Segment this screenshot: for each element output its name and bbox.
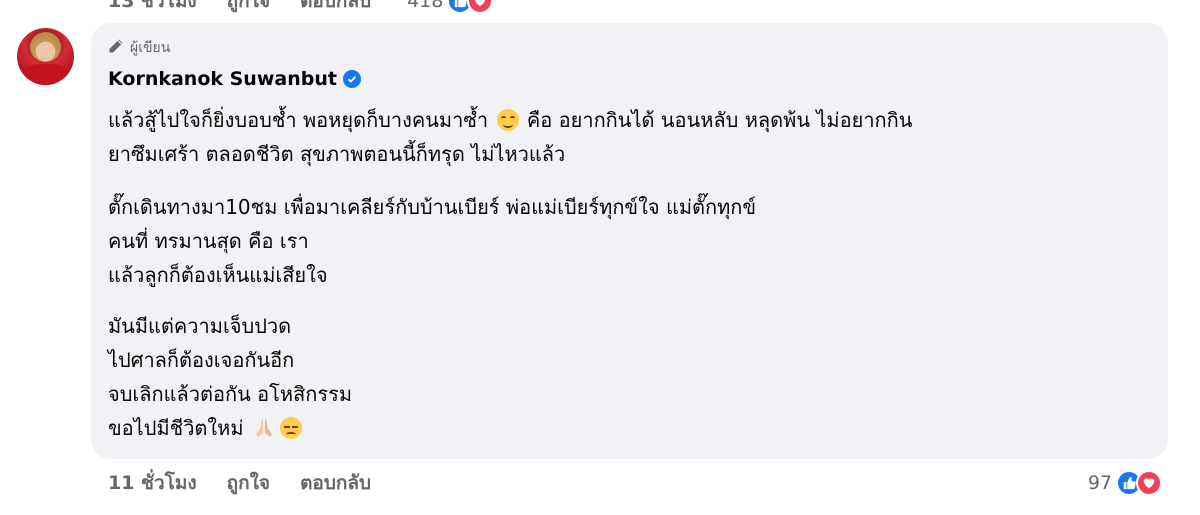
comment-time[interactable]: 11 ชั่วโมง [108, 468, 197, 498]
love-reaction-icon [467, 0, 494, 14]
like-button[interactable]: ถูกใจ [227, 468, 270, 498]
previous-comment-reaction-count: 418 [407, 0, 444, 12]
author-avatar[interactable] [17, 28, 74, 85]
previous-comment-like-button[interactable]: ถูกใจ [227, 0, 270, 16]
previous-comment-reply-button[interactable]: ตอบกลับ [300, 0, 371, 16]
comment-line: ตั๊กเดินทางมา10ชม เพื่อมาเคลียร์กับบ้านเ… [108, 195, 757, 219]
author-badge: ผู้เขียน [108, 37, 170, 59]
comment-line: ไปศาลก็ต้องเจอกันอีก [108, 348, 295, 372]
comment-reactions[interactable]: 97 [1088, 467, 1162, 499]
previous-comment-reactions[interactable]: 418 [407, 0, 494, 14]
comment-paragraph-1: แล้วสู้ไปใจก็ยิ่งบอบช้ำ พอหยุดก็บางคนมาซ… [108, 103, 912, 171]
pen-icon [108, 38, 124, 58]
comment-line: มันมีแต่ความเจ็บปวด [108, 314, 292, 338]
author-name[interactable]: Kornkanok Suwanbut [108, 68, 337, 90]
love-reaction-icon [1136, 470, 1162, 496]
comment-paragraph-3: มันมีแต่ความเจ็บปวด ไปศาลก็ต้องเจอกันอีก… [108, 309, 352, 445]
comment-line: จบเลิกแล้วต่อกัน อโหสิกรรม [108, 382, 353, 406]
verified-badge-icon [342, 70, 361, 88]
comment-paragraph-2: ตั๊กเดินทางมา10ชม เพื่อมาเคลียร์กับบ้านเ… [108, 190, 756, 292]
comment-line: แล้วลูกก็ต้องเห็นแม่เสียใจ [108, 263, 328, 287]
author-name-row: Kornkanok Suwanbut [108, 68, 361, 90]
comment-actions: 11 ชั่วโมง ถูกใจ ตอบกลับ [108, 467, 371, 499]
comment-line: ยาซึมเศร้า ตลอดชีวิต สุขภาพตอนนี้ก็ทรุด … [108, 142, 566, 166]
comment-line: ขอไปมีชีวิตใหม่ [108, 411, 352, 445]
reaction-count: 97 [1087, 472, 1112, 494]
previous-comment-time[interactable]: 13 ชั่วโมง [108, 0, 197, 16]
comment-bubble: ผู้เขียน Kornkanok Suwanbut แล้วสู้ไปใจก… [91, 23, 1168, 459]
author-badge-label: ผู้เขียน [130, 40, 171, 56]
folded-hands-emoji-icon [252, 415, 276, 437]
previous-comment-actions: 13 ชั่วโมง ถูกใจ ตอบกลับ 418 [108, 0, 494, 16]
reply-button[interactable]: ตอบกลับ [300, 468, 371, 498]
pensive-face-emoji-icon [279, 417, 302, 439]
comment-line: แล้วสู้ไปใจก็ยิ่งบอบช้ำ พอหยุดก็บางคนมาซ… [108, 108, 913, 132]
smiling-face-emoji-icon [496, 109, 519, 131]
comment-line: คนที่ ทรมานสุด คือ เรา [108, 229, 309, 253]
